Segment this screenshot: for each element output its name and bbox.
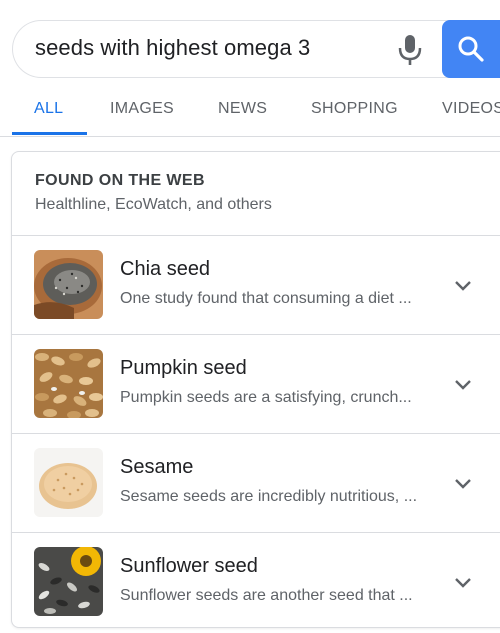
search-button[interactable] [442, 20, 500, 78]
list-item-pumpkin-seed[interactable]: Pumpkin seed Pumpkin seeds are a satisfy… [12, 335, 500, 433]
search-tabs: ALL IMAGES NEWS SHOPPING VIDEOS [0, 90, 500, 137]
tab-images[interactable]: IMAGES [110, 100, 174, 118]
item-snippet: Sunflower seeds are another seed that ..… [120, 587, 413, 604]
sunflower-seed-image [34, 547, 103, 616]
card-sources: Healthline, EcoWatch, and others [35, 196, 272, 213]
item-title: Pumpkin seed [120, 357, 247, 379]
item-title: Chia seed [120, 258, 211, 280]
active-tab-indicator [12, 132, 87, 135]
pumpkin-seed-image [34, 349, 103, 418]
chevron-down-icon[interactable] [452, 373, 474, 395]
found-on-web-card: FOUND ON THE WEB Healthline, EcoWatch, a… [11, 151, 500, 628]
magnifier-icon [458, 36, 484, 62]
chevron-down-icon[interactable] [452, 472, 474, 494]
item-snippet: Sesame seeds are incredibly nutritious, … [120, 488, 418, 505]
microphone-icon[interactable] [395, 33, 425, 67]
list-item-sunflower-seed[interactable]: Sunflower seed Sunflower seeds are anoth… [12, 533, 500, 631]
search-bar[interactable]: seeds with highest omega 3 [12, 20, 500, 78]
tab-shopping[interactable]: SHOPPING [311, 100, 398, 118]
item-title: Sesame [120, 456, 194, 478]
tab-videos[interactable]: VIDEOS [442, 100, 500, 118]
card-header: FOUND ON THE WEB [35, 172, 205, 189]
chevron-down-icon[interactable] [452, 274, 474, 296]
tab-news[interactable]: NEWS [218, 100, 267, 118]
sesame-seed-image [34, 448, 103, 517]
list-item-chia-seed[interactable]: Chia seed One study found that consuming… [12, 236, 500, 334]
item-snippet: One study found that consuming a diet ..… [120, 290, 412, 307]
list-item-sesame[interactable]: Sesame Sesame seeds are incredibly nutri… [12, 434, 500, 532]
search-input[interactable]: seeds with highest omega 3 [35, 35, 310, 61]
item-title: Sunflower seed [120, 555, 258, 577]
item-snippet: Pumpkin seeds are a satisfying, crunch..… [120, 389, 412, 406]
chia-seed-image [34, 250, 103, 319]
chevron-down-icon[interactable] [452, 571, 474, 593]
tab-all[interactable]: ALL [34, 100, 63, 118]
